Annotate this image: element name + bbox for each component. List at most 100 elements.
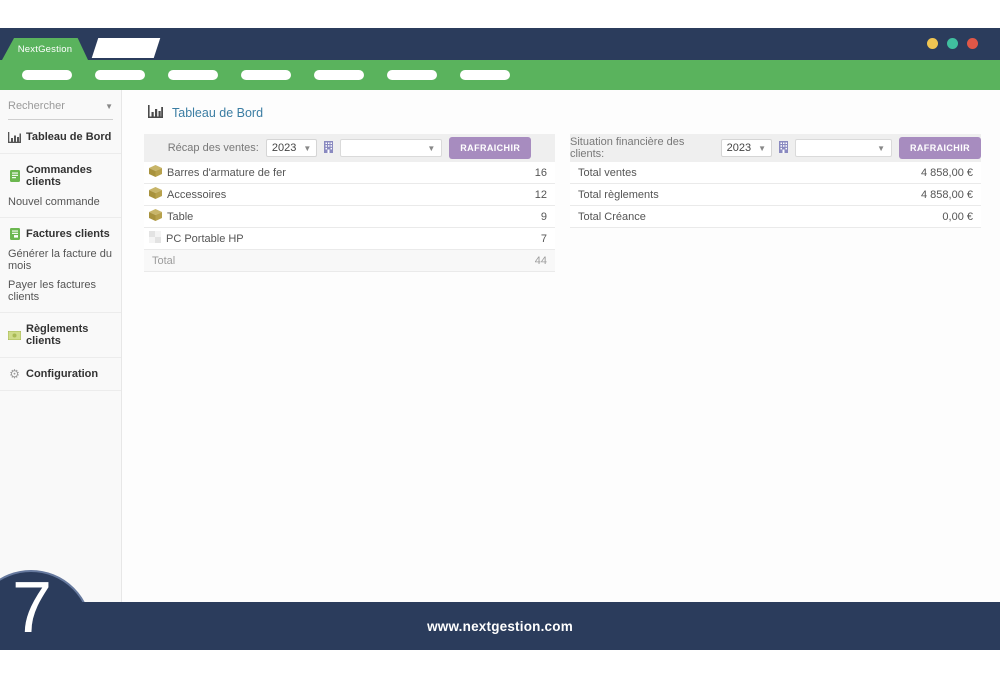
row-label: Total Créance [578, 210, 646, 223]
window-controls [927, 38, 978, 49]
table-row: Accessoires 12 [144, 184, 555, 206]
sidebar-item-label: Payer les factures clients [8, 279, 97, 303]
main-toolbar [0, 60, 1000, 90]
app-tab-label: NextGestion [17, 43, 73, 55]
content-area: Tableau de Bord Récap des ventes: 2023 ▼… [122, 90, 1000, 602]
chevron-down-icon: ▼ [303, 143, 312, 153]
panel-title: Situation financière des clients: [570, 136, 685, 160]
divider [0, 312, 121, 313]
package-icon [149, 187, 162, 202]
table-row: Table 9 [144, 206, 555, 228]
row-value: 7 [540, 232, 547, 245]
chevron-down-icon: ▼ [105, 101, 113, 111]
row-label: Table [167, 210, 194, 223]
row-label: PC Portable HP [166, 232, 244, 245]
chevron-down-icon: ▼ [877, 143, 885, 153]
filter-select[interactable]: ▼ [340, 139, 443, 157]
image-placeholder-icon [149, 231, 161, 246]
page-header: Tableau de Bord [122, 90, 1000, 121]
toolbar-button-pill[interactable] [168, 70, 218, 80]
sidebar-item-label: Configuration [26, 368, 99, 380]
dashboard-panels: Récap des ventes: 2023 ▼ ▼ RAFRAICHIR Ba… [144, 134, 1000, 272]
sidebar-item-nouvel-commande[interactable]: Nouvel commande [0, 193, 121, 212]
year-value: 2023 [271, 142, 297, 154]
blank-tab[interactable] [91, 38, 161, 58]
row-label: Total règlements [578, 188, 659, 201]
sidebar-item-factures-clients[interactable]: Factures clients [0, 223, 121, 245]
row-label: Barres d'armature de fer [167, 166, 286, 179]
package-icon [149, 165, 162, 180]
sidebar-item-label: Règlements clients [26, 323, 89, 347]
search-select[interactable]: Rechercher ▼ [8, 100, 113, 120]
toolbar-button-pill[interactable] [22, 70, 72, 80]
page-title: Tableau de Bord [172, 106, 264, 120]
toolbar-button-pill[interactable] [460, 70, 510, 80]
document-icon [8, 228, 21, 240]
toolbar-button-pill[interactable] [241, 70, 291, 80]
toolbar-button-pill[interactable] [95, 70, 145, 80]
panel-recap-ventes: Récap des ventes: 2023 ▼ ▼ RAFRAICHIR Ba… [144, 134, 555, 272]
table-row: Total règlements 4 858,00 € [570, 184, 981, 206]
sidebar-item-payer-factures[interactable]: Payer les factures clients [0, 276, 121, 307]
sidebar-item-configuration[interactable]: ⚙ Configuration [0, 363, 121, 385]
window-titlebar: NextGestion [0, 28, 1000, 60]
row-value: 4 858,00 € [921, 166, 973, 179]
row-value: 12 [534, 188, 547, 201]
divider [0, 153, 121, 154]
bar-chart-icon [148, 105, 163, 121]
table-row: Total Créance 0,00 € [570, 206, 981, 228]
sidebar-nav: Tableau de Bord Commandes clients Nouvel… [0, 126, 121, 391]
panel-header: Récap des ventes: 2023 ▼ ▼ RAFRAICHIR [144, 134, 555, 162]
divider [0, 390, 121, 391]
sidebar-item-reglements-clients[interactable]: Règlements clients [0, 318, 121, 352]
panel-header: Situation financière des clients: 2023 ▼… [570, 134, 981, 162]
panel-title: Récap des ventes: [167, 142, 259, 154]
sidebar-item-label: Nouvel commande [8, 196, 100, 208]
page-number: 7 [11, 568, 53, 648]
sidebar-item-commandes-clients[interactable]: Commandes clients [0, 159, 121, 193]
sidebar-item-label: Tableau de Bord [26, 131, 112, 143]
money-icon [8, 330, 21, 340]
maximize-button[interactable] [947, 38, 958, 49]
package-icon [149, 209, 162, 224]
table-row: Total ventes 4 858,00 € [570, 162, 981, 184]
gear-icon: ⚙ [9, 367, 20, 381]
row-value: 4 858,00 € [921, 188, 973, 201]
main-area: Rechercher ▼ Tableau de Bord Commandes c… [0, 90, 1000, 602]
toolbar-button-pill[interactable] [314, 70, 364, 80]
year-select[interactable]: 2023 ▼ [265, 139, 318, 157]
footer-url: www.nextgestion.com [427, 618, 573, 634]
building-icon [779, 140, 788, 156]
app-tab[interactable]: NextGestion [2, 38, 88, 60]
refresh-button[interactable]: RAFRAICHIR [899, 137, 981, 159]
year-select[interactable]: 2023 ▼ [720, 139, 772, 157]
sidebar-item-label: Commandes clients [26, 164, 93, 188]
sidebar-item-tableau-de-bord[interactable]: Tableau de Bord [0, 126, 121, 148]
divider [0, 357, 121, 358]
refresh-button[interactable]: RAFRAICHIR [449, 137, 532, 159]
divider [0, 217, 121, 218]
table-total-row: Total 44 [144, 250, 555, 272]
table-row: Barres d'armature de fer 16 [144, 162, 555, 184]
footer-bar: www.nextgestion.com [0, 602, 1000, 650]
row-value: 16 [534, 166, 547, 179]
search-placeholder: Rechercher [8, 100, 65, 112]
toolbar-button-pill[interactable] [387, 70, 437, 80]
sidebar-item-generer-facture[interactable]: Générer la facture du mois [0, 245, 121, 276]
row-value: 9 [540, 210, 547, 223]
year-value: 2023 [726, 142, 752, 154]
total-label: Total [152, 254, 176, 267]
close-button[interactable] [967, 38, 978, 49]
panel-situation-financiere: Situation financière des clients: 2023 ▼… [570, 134, 981, 272]
sidebar: Rechercher ▼ Tableau de Bord Commandes c… [0, 90, 122, 602]
filter-select[interactable]: ▼ [795, 139, 892, 157]
document-icon [8, 170, 21, 182]
minimize-button[interactable] [927, 38, 938, 49]
row-value: 0,00 € [942, 210, 973, 223]
total-value: 44 [534, 254, 547, 267]
chevron-down-icon: ▼ [758, 143, 766, 153]
sidebar-item-label: Générer la facture du mois [8, 248, 112, 272]
row-label: Accessoires [167, 188, 227, 201]
chevron-down-icon: ▼ [427, 143, 436, 153]
table-row: PC Portable HP 7 [144, 228, 555, 250]
